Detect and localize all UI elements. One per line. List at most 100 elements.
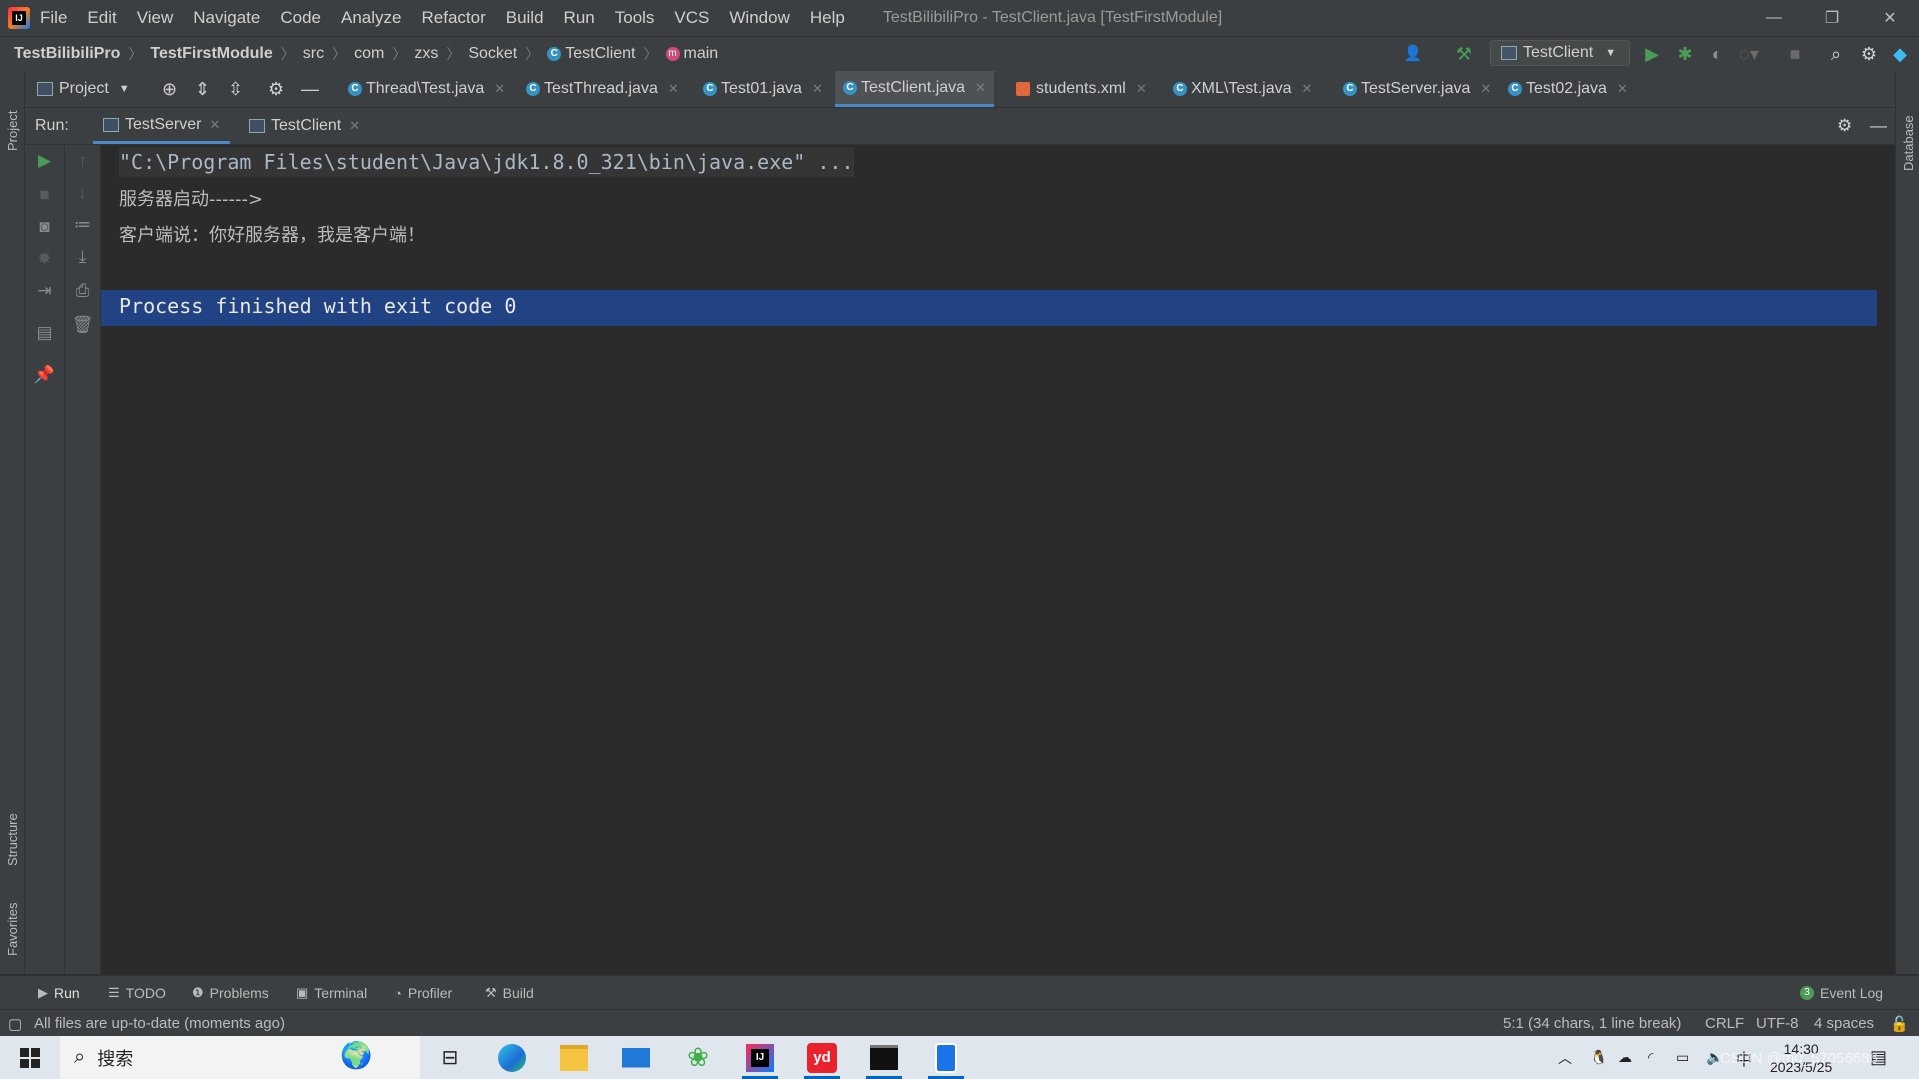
app-swirl-icon[interactable]: ❀ bbox=[676, 1040, 720, 1075]
breadcrumb-socket[interactable]: Socket bbox=[468, 45, 517, 63]
database-side-tab[interactable]: Database bbox=[1896, 81, 1919, 181]
edge-browser-icon[interactable] bbox=[490, 1040, 534, 1075]
menu-file[interactable]: File bbox=[40, 8, 67, 28]
tab-test01-java[interactable]: C Test01.java ✕ bbox=[695, 71, 831, 107]
hide-panel-icon[interactable]: — bbox=[301, 71, 319, 107]
menu-window[interactable]: Window bbox=[729, 8, 789, 28]
breadcrumb-com[interactable]: com bbox=[354, 45, 384, 63]
close-tab-icon[interactable]: ✕ bbox=[494, 81, 505, 97]
debug-icon[interactable]: ✱ bbox=[1674, 43, 1696, 65]
bottom-tab-todo[interactable]: ☰ TODO bbox=[108, 976, 166, 1010]
close-tab-icon[interactable]: ✕ bbox=[209, 117, 220, 133]
close-tab-icon[interactable]: ✕ bbox=[1480, 81, 1491, 97]
run-console-output[interactable]: "C:\Program Files\student\Java\jdk1.8.0_… bbox=[101, 145, 1895, 974]
project-settings-gear-icon[interactable]: ⚙ bbox=[268, 71, 284, 107]
coverage-icon[interactable]: ◐ bbox=[1706, 43, 1728, 65]
battery-icon[interactable]: ▭ bbox=[1676, 1036, 1689, 1079]
menu-edit[interactable]: Edit bbox=[87, 8, 116, 28]
run-settings-gear-icon[interactable]: ⚙ bbox=[1837, 108, 1852, 144]
wifi-icon[interactable]: ◜ bbox=[1648, 1036, 1653, 1079]
onedrive-tray-icon[interactable]: ☁ bbox=[1618, 1036, 1632, 1079]
rerun-icon[interactable]: ▶ bbox=[25, 151, 64, 171]
user-dropdown-icon[interactable]: 👤▾ bbox=[1402, 43, 1424, 84]
menu-analyze[interactable]: Analyze bbox=[341, 8, 401, 28]
line-separator[interactable]: CRLF bbox=[1705, 1010, 1744, 1037]
bottom-tab-build[interactable]: ⚒ Build bbox=[485, 976, 534, 1010]
lock-icon[interactable]: 🔓 bbox=[1890, 1010, 1909, 1037]
breadcrumb-zxs[interactable]: zxs bbox=[414, 45, 438, 63]
menu-vcs[interactable]: VCS bbox=[674, 8, 709, 28]
bottom-tab-profiler[interactable]: ◔ Profiler bbox=[394, 976, 452, 1010]
close-tab-icon[interactable]: ✕ bbox=[349, 118, 360, 134]
taskbar-search-box[interactable]: ⌕ 搜索 🌍 bbox=[60, 1036, 420, 1079]
expand-all-icon[interactable]: ⇕ bbox=[195, 71, 210, 107]
run-tab-testserver[interactable]: TestServer ✕ bbox=[93, 108, 231, 144]
menu-run[interactable]: Run bbox=[564, 8, 595, 28]
close-tab-icon[interactable]: ✕ bbox=[975, 80, 986, 96]
search-icon[interactable]: ⌕ bbox=[1825, 43, 1847, 65]
favorites-side-tab[interactable]: Favorites bbox=[0, 881, 24, 971]
exit-icon[interactable]: ⇥ bbox=[25, 281, 64, 301]
event-log-button[interactable]: 3 Event Log bbox=[1800, 976, 1883, 1010]
build-hammer-icon[interactable]: ⚒ bbox=[1453, 43, 1475, 65]
youdao-dictionary-icon[interactable]: yd bbox=[800, 1040, 844, 1079]
locate-file-icon[interactable]: ⊕ bbox=[162, 71, 177, 107]
collapse-all-icon[interactable]: ⇳ bbox=[228, 71, 243, 107]
pin-tab-icon[interactable]: 📌 bbox=[25, 365, 64, 385]
command-prompt-icon[interactable] bbox=[862, 1040, 906, 1079]
file-explorer-icon[interactable] bbox=[552, 1040, 596, 1075]
breadcrumb-method[interactable]: main bbox=[684, 45, 719, 63]
bottom-tab-terminal[interactable]: ▣ Terminal bbox=[296, 976, 367, 1010]
run-tab-testclient[interactable]: TestClient ✕ bbox=[239, 108, 370, 144]
close-tab-icon[interactable]: ✕ bbox=[668, 81, 679, 97]
soft-wrap-icon[interactable]: ≔ bbox=[65, 215, 100, 235]
breadcrumb-class[interactable]: TestClient bbox=[565, 45, 635, 63]
stop-icon[interactable]: ■ bbox=[25, 185, 64, 205]
menu-refactor[interactable]: Refactor bbox=[421, 8, 485, 28]
minimize-button[interactable]: — bbox=[1745, 0, 1803, 36]
bottom-tab-problems[interactable]: ❶ Problems bbox=[192, 976, 269, 1010]
tab-test02-java[interactable]: C Test02.java ✕ bbox=[1500, 71, 1636, 107]
breadcrumb-src[interactable]: src bbox=[303, 45, 324, 63]
close-tab-icon[interactable]: ✕ bbox=[1301, 81, 1312, 97]
tab-students-xml[interactable]: students.xml ✕ bbox=[1008, 71, 1155, 107]
close-tab-icon[interactable]: ✕ bbox=[1617, 81, 1628, 97]
windows-start-icon[interactable] bbox=[8, 1040, 52, 1075]
project-panel-toggle[interactable]: Project ▼ bbox=[37, 71, 130, 107]
stop-icon[interactable]: ■ bbox=[1784, 43, 1806, 65]
menu-help[interactable]: Help bbox=[810, 8, 845, 28]
phone-link-icon[interactable] bbox=[924, 1040, 968, 1079]
file-encoding[interactable]: UTF-8 bbox=[1756, 1010, 1799, 1037]
down-arrow-icon[interactable]: ↓ bbox=[65, 183, 100, 203]
hide-run-panel-icon[interactable]: — bbox=[1870, 108, 1887, 144]
structure-side-tab[interactable]: Structure bbox=[0, 781, 24, 881]
breadcrumb-project[interactable]: TestBilibiliPro bbox=[14, 45, 120, 63]
print-icon[interactable]: ⎙ bbox=[65, 281, 100, 301]
menu-tools[interactable]: Tools bbox=[615, 8, 655, 28]
menu-build[interactable]: Build bbox=[506, 8, 544, 28]
tab-testthread-java[interactable]: C TestThread.java ✕ bbox=[518, 71, 687, 107]
scroll-to-end-icon[interactable]: ⤓ bbox=[65, 247, 100, 267]
close-tab-icon[interactable]: ✕ bbox=[1136, 81, 1147, 97]
intellij-taskbar-icon[interactable]: IJ bbox=[738, 1040, 782, 1079]
settings-gear-icon[interactable]: ⚙ bbox=[1858, 43, 1880, 65]
run-configuration-select[interactable]: TestClient ▼ bbox=[1490, 40, 1630, 66]
qq-tray-icon[interactable]: 🐧 bbox=[1590, 1036, 1607, 1079]
breadcrumb-module[interactable]: TestFirstModule bbox=[150, 45, 272, 63]
caret-position[interactable]: 5:1 (34 chars, 1 line break) bbox=[1503, 1010, 1681, 1037]
mail-icon[interactable] bbox=[614, 1040, 658, 1075]
tab-testserver-java[interactable]: C TestServer.java ✕ bbox=[1335, 71, 1499, 107]
profile-dropdown-icon[interactable]: ◌▾ bbox=[1738, 43, 1760, 65]
layout-icon[interactable]: ▤ bbox=[25, 323, 64, 343]
menu-view[interactable]: View bbox=[137, 8, 174, 28]
tab-thread-test-java[interactable]: C Thread\Test.java ✕ bbox=[340, 71, 513, 107]
status-toggle-icon[interactable]: ▢ bbox=[8, 1010, 22, 1037]
bottom-tab-run[interactable]: ▶ Run bbox=[38, 976, 80, 1010]
indent-setting[interactable]: 4 spaces bbox=[1814, 1010, 1874, 1037]
menu-code[interactable]: Code bbox=[280, 8, 321, 28]
clear-all-trash-icon[interactable]: 🗑 bbox=[65, 315, 100, 335]
up-arrow-icon[interactable]: ↑ bbox=[65, 151, 100, 171]
tab-xml-test-java[interactable]: C XML\Test.java ✕ bbox=[1165, 71, 1320, 107]
run-icon[interactable]: ▶ bbox=[1641, 43, 1663, 65]
restore-layout-icon[interactable]: ✸ bbox=[25, 249, 64, 269]
